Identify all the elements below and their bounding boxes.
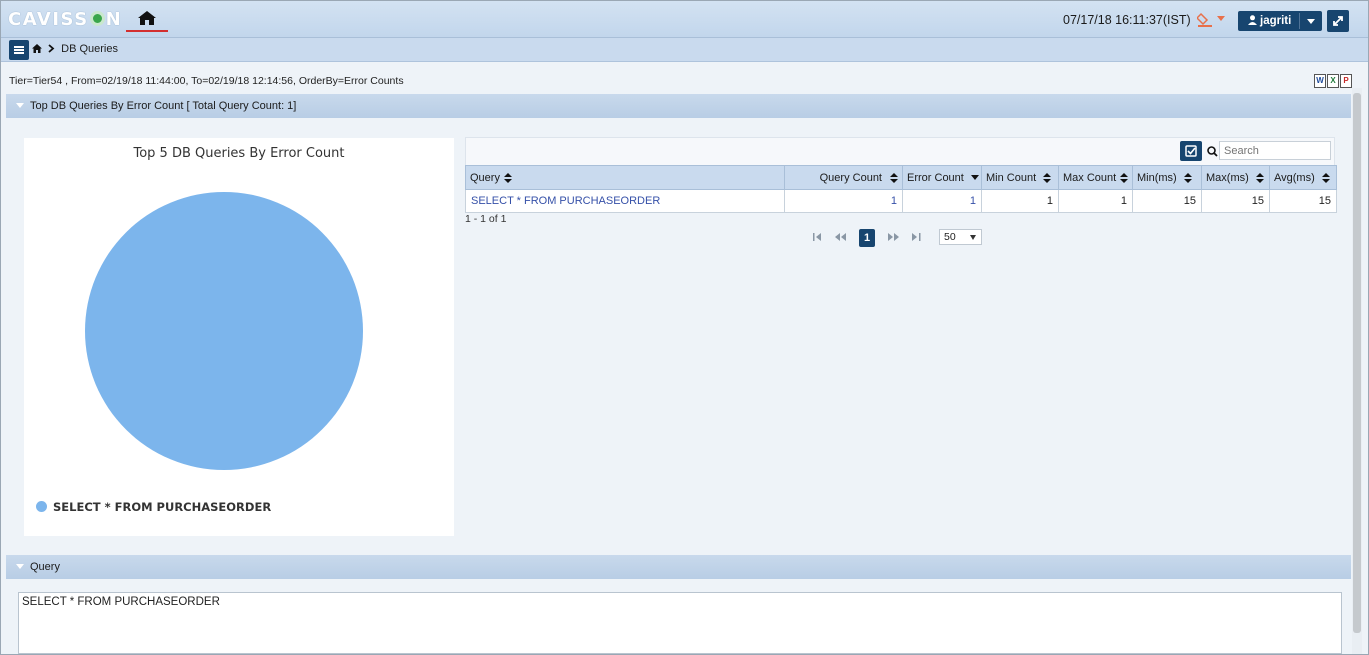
legend-marker <box>36 501 47 512</box>
export-buttons: WXP <box>1314 74 1353 88</box>
search-input[interactable] <box>1219 141 1331 160</box>
column-label: Max(ms) <box>1206 171 1249 184</box>
top-queries-panel-header[interactable]: Top DB Queries By Error Count [ Total Qu… <box>6 94 1351 118</box>
sort-icon <box>1321 172 1330 183</box>
app-window: CAVISS N 07/17/18 16:11:37(IST) jagriti D… <box>0 0 1369 655</box>
first-page-icon[interactable] <box>813 232 822 242</box>
logo-text-end: N <box>105 9 123 30</box>
pie-slice[interactable] <box>85 192 363 470</box>
column-label: Min Count <box>986 171 1037 184</box>
user-icon <box>1248 15 1257 25</box>
menu-icon-line <box>14 52 24 54</box>
queries-table: Query Query Count Error Count Min Count … <box>465 165 1337 213</box>
panel-title: Query <box>30 561 60 573</box>
column-label: Query Count <box>819 171 882 184</box>
user-menu-button[interactable]: jagriti <box>1238 11 1322 31</box>
column-label: Max Count <box>1063 171 1117 184</box>
checkbox-icon <box>1185 145 1197 157</box>
home-icon <box>138 11 156 25</box>
logo-text-start: CAVISS <box>8 9 89 30</box>
min-count-cell: 1 <box>981 189 1059 213</box>
column-header-min-ms[interactable]: Min(ms) <box>1132 165 1202 190</box>
chevron-right-icon <box>48 44 55 53</box>
queries-table-container: Query Query Count Error Count Min Count … <box>465 137 1337 213</box>
legend-label: SELECT * FROM PURCHASEORDER <box>53 500 272 514</box>
server-datetime: 07/17/18 16:11:37(IST) <box>1063 13 1191 27</box>
column-toggle-button[interactable] <box>1180 141 1202 161</box>
chevron-down-icon <box>1307 19 1315 24</box>
menu-icon-line <box>14 49 24 51</box>
chart-legend[interactable]: SELECT * FROM PURCHASEORDER <box>36 500 271 514</box>
bell-icon <box>1195 12 1225 27</box>
min-ms-cell: 15 <box>1132 189 1202 213</box>
table-toolbar <box>465 137 1335 165</box>
scrollbar-thumb[interactable] <box>1353 93 1361 633</box>
next-page-icon[interactable] <box>888 232 899 242</box>
user-menu-divider <box>1299 13 1300 29</box>
query-text-box[interactable]: SELECT * FROM PURCHASEORDER <box>18 592 1342 654</box>
dropdown-arrow-icon <box>970 235 976 240</box>
alert-button[interactable] <box>1195 11 1225 29</box>
query-count-cell[interactable]: 1 <box>784 189 903 213</box>
expand-icon <box>1333 16 1343 26</box>
menu-icon-line <box>14 46 24 48</box>
pie-chart-card: Top 5 DB Queries By Error Count SELECT *… <box>24 138 454 536</box>
breadcrumb-bar: DB Queries <box>1 38 1368 62</box>
top-header: CAVISS N 07/17/18 16:11:37(IST) jagriti <box>1 1 1368 38</box>
home-button[interactable] <box>126 6 168 32</box>
previous-page-icon[interactable] <box>835 232 846 242</box>
sort-desc-icon <box>970 175 979 181</box>
pager-info: 1 - 1 of 1 <box>465 213 507 225</box>
collapse-icon <box>16 564 24 569</box>
rows-per-page-select[interactable]: 50 <box>939 229 982 245</box>
logo-o-icon <box>89 11 105 26</box>
page-button-current[interactable]: 1 <box>859 229 875 247</box>
home-icon[interactable] <box>32 44 42 53</box>
column-header-max-count[interactable]: Max Count <box>1058 165 1133 190</box>
query-panel-header[interactable]: Query <box>6 555 1351 579</box>
filter-summary: Tier=Tier54 , From=02/19/18 11:44:00, To… <box>9 75 404 87</box>
avg-ms-cell: 15 <box>1269 189 1337 213</box>
column-label: Query <box>470 171 500 184</box>
excel-export-icon[interactable]: X <box>1327 74 1339 88</box>
panel-title: Top DB Queries By Error Count [ Total Qu… <box>30 100 297 112</box>
max-ms-cell: 15 <box>1201 189 1270 213</box>
sort-icon <box>1183 172 1192 183</box>
error-count-cell[interactable]: 1 <box>902 189 982 213</box>
column-header-query[interactable]: Query <box>465 165 785 190</box>
pdf-export-icon[interactable]: P <box>1340 74 1352 88</box>
max-count-cell: 1 <box>1058 189 1133 213</box>
sort-icon <box>503 172 512 183</box>
column-label: Error Count <box>907 171 964 184</box>
sort-icon <box>1043 172 1052 183</box>
fullscreen-button[interactable] <box>1327 10 1349 32</box>
word-export-icon[interactable]: W <box>1314 74 1326 88</box>
breadcrumb-current: DB Queries <box>61 43 118 56</box>
sort-icon <box>890 172 898 183</box>
query-cell[interactable]: SELECT * FROM PURCHASEORDER <box>465 189 785 213</box>
breadcrumb: DB Queries <box>32 43 118 55</box>
menu-button[interactable] <box>9 40 29 60</box>
collapse-icon <box>16 103 24 108</box>
pie-chart <box>85 192 363 470</box>
cavisson-logo: CAVISS N <box>8 9 122 30</box>
column-header-avg-ms[interactable]: Avg(ms) <box>1269 165 1337 190</box>
sort-icon <box>1255 172 1264 183</box>
table-header-row: Query Query Count Error Count Min Count … <box>465 165 1337 190</box>
column-label: Min(ms) <box>1137 171 1177 184</box>
column-header-min-count[interactable]: Min Count <box>981 165 1059 190</box>
search-icon <box>1207 146 1218 157</box>
table-row[interactable]: SELECT * FROM PURCHASEORDER 1 1 1 1 15 1… <box>465 189 1337 213</box>
last-page-icon[interactable] <box>912 232 921 242</box>
column-header-query-count[interactable]: Query Count <box>784 165 903 190</box>
rows-per-page-value: 50 <box>944 231 956 243</box>
column-header-max-ms[interactable]: Max(ms) <box>1201 165 1270 190</box>
column-label: Avg(ms) <box>1274 171 1315 184</box>
column-header-error-count[interactable]: Error Count <box>902 165 982 190</box>
sort-icon <box>1120 172 1129 183</box>
user-name: jagriti <box>1260 15 1292 27</box>
